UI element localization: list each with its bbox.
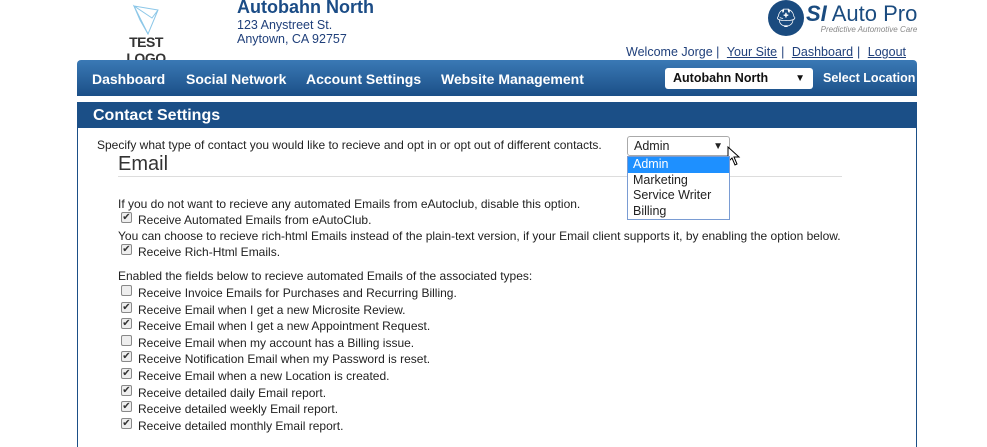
checkbox-automated-emails[interactable]: ✔ [121, 212, 132, 223]
role-dropdown-list: Admin Marketing Service Writer Billing [627, 156, 730, 220]
nav-social-network[interactable]: Social Network [186, 71, 286, 87]
checkbox-rich-html[interactable]: ✔ [121, 244, 132, 255]
seatbelt-icon: ⛑ [768, 0, 804, 36]
top-links: Welcome Jorge | Your Site | Dashboard | Lo… [626, 45, 910, 59]
label-email-type: Receive Email when I get a new Appointme… [138, 319, 431, 334]
email-heading: Email [118, 153, 169, 175]
brand-name-bold: SI [806, 0, 827, 26]
label-email-type: Receive Email when I get a new Microsite… [138, 302, 406, 317]
checkbox-email-type[interactable] [121, 285, 132, 296]
business-address-line1: 123 Anystreet St. [237, 18, 333, 32]
role-option-billing[interactable]: Billing [628, 204, 729, 220]
welcome-text: Welcome Jorge [626, 45, 713, 59]
label-email-type: Receive Email when my account has a Bill… [138, 335, 415, 350]
your-site-link[interactable]: Your Site [727, 45, 777, 59]
logo: TEST LOGO [108, 4, 184, 66]
brand-tagline: Predictive Automotive Care [820, 24, 918, 34]
role-value: Admin [634, 139, 670, 153]
dropdown-arrow-icon: ▼ [713, 141, 723, 152]
role-option-service-writer[interactable]: Service Writer [628, 188, 729, 204]
role-option-admin[interactable]: Admin [628, 157, 729, 173]
panel-title: Contact Settings [78, 103, 916, 128]
checkbox-email-type[interactable]: ✔ [121, 417, 132, 429]
checkbox-email-type[interactable] [121, 334, 132, 346]
checkbox-email-type[interactable]: ✔ [121, 301, 132, 313]
note-rich-html: You can choose to recieve rich-html Emai… [118, 229, 841, 243]
brand-logo: ⛑ SI Auto Pro Predictive Automotive Care [768, 0, 917, 36]
label-email-type: Receive Notification Email when my Passw… [138, 352, 431, 367]
separator: | [857, 45, 861, 59]
divider [118, 176, 842, 177]
nav-account-settings[interactable]: Account Settings [306, 71, 421, 87]
intro-text: Specify what type of contact you would l… [97, 138, 602, 152]
business-info: Autobahn North 123 Anystreet St. Anytown… [237, 0, 374, 46]
main-nav: Dashboard Social Network Account Setting… [77, 60, 917, 96]
separator: | [781, 45, 785, 59]
label-email-type: Receive detailed monthly Email report. [138, 418, 344, 433]
business-address-line2: Anytown, CA 92757 [237, 32, 347, 46]
checkbox-email-type[interactable]: ✔ [121, 318, 132, 330]
select-location-label[interactable]: Select Location [823, 71, 915, 85]
location-select[interactable]: Autobahn North ▼ [665, 68, 813, 89]
business-name: Autobahn North [237, 0, 374, 17]
note-automated: If you do not want to recieve any automa… [118, 197, 581, 211]
role-option-marketing[interactable]: Marketing [628, 173, 729, 189]
checkbox-email-type[interactable]: ✔ [121, 401, 132, 413]
role-select[interactable]: Admin ▼ [627, 136, 730, 156]
logo-graphic-icon [132, 4, 159, 36]
note-types: Enabled the fields below to recieve auto… [118, 269, 533, 283]
checkbox-email-type[interactable]: ✔ [121, 368, 132, 379]
label-rich-html: Receive Rich-Html Emails. [138, 245, 281, 259]
label-email-type: Receive detailed weekly Email report. [138, 402, 339, 417]
nav-dashboard[interactable]: Dashboard [92, 71, 165, 87]
label-email-type: Receive detailed daily Email report. [138, 385, 327, 400]
dropdown-arrow-icon: ▼ [795, 73, 805, 84]
checkbox-email-type[interactable]: ✔ [121, 384, 132, 396]
label-automated-emails: Receive Automated Emails from eAutoClub. [138, 213, 372, 227]
label-email-type: Receive Invoice Emails for Purchases and… [138, 286, 457, 300]
nav-website-management[interactable]: Website Management [441, 71, 584, 87]
logout-link[interactable]: Logout [868, 45, 906, 59]
dashboard-link[interactable]: Dashboard [792, 45, 853, 59]
separator: | [716, 45, 720, 59]
brand-name: Auto Pro [831, 0, 918, 26]
location-value: Autobahn North [673, 71, 769, 85]
label-email-type: Receive Email when a new Location is cre… [138, 369, 390, 383]
checkbox-email-type[interactable]: ✔ [121, 351, 132, 363]
